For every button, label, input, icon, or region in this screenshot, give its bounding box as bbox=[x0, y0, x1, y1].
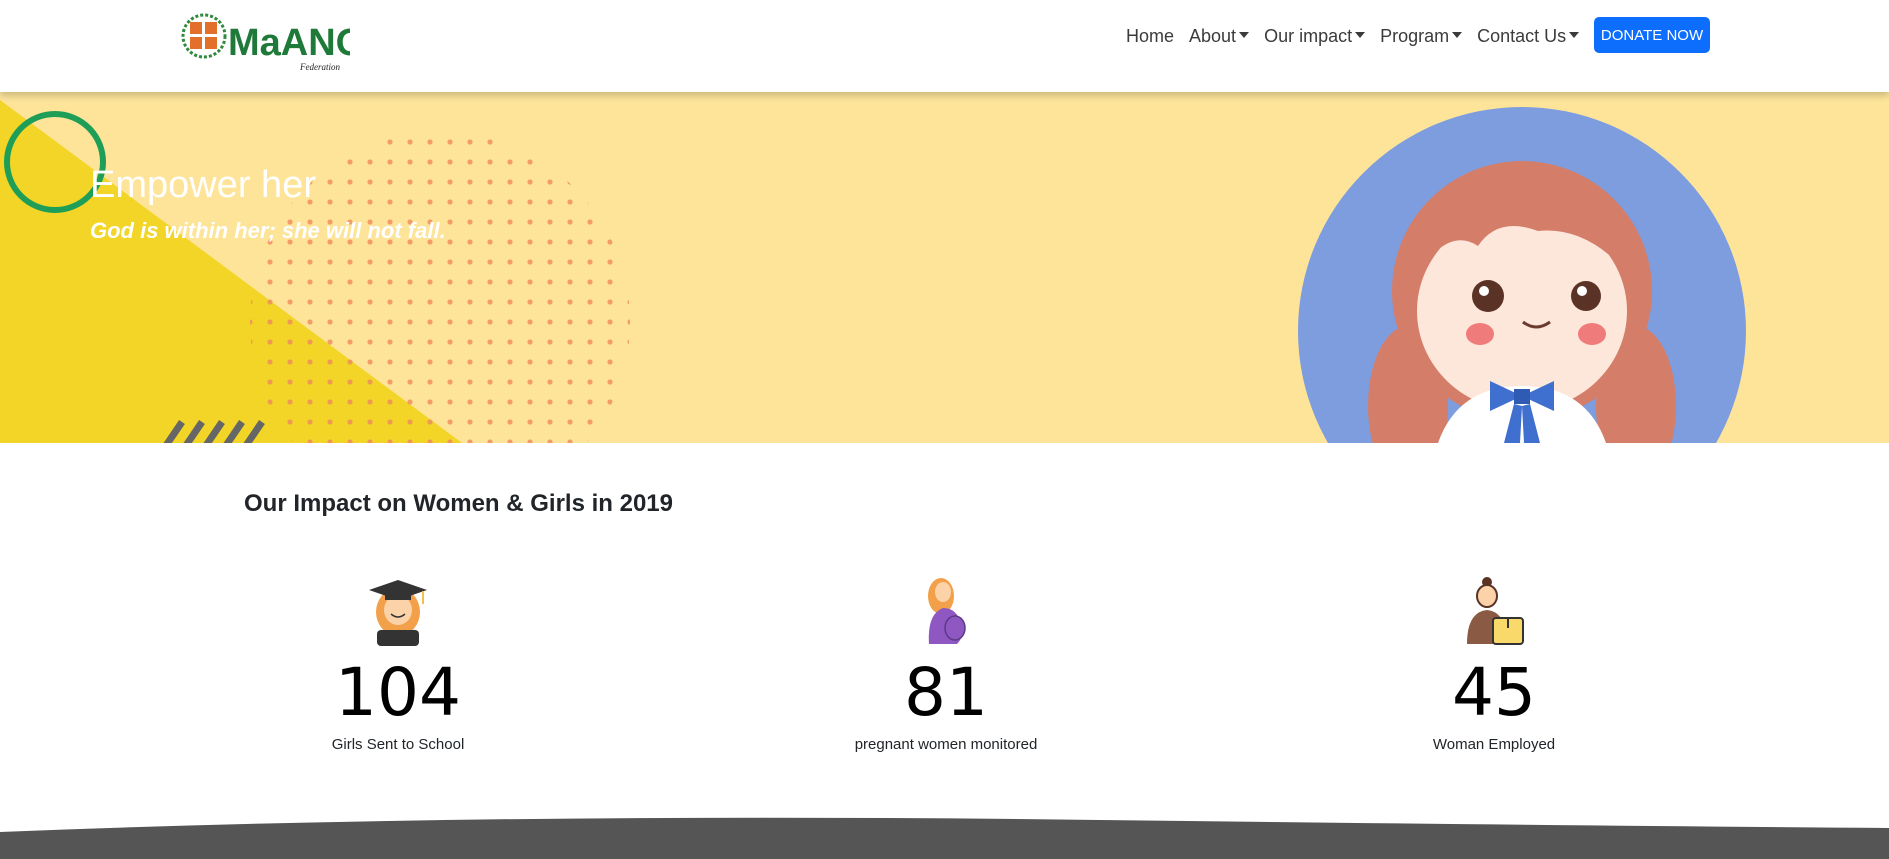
navbar: MaANOF Federation Home About Our impact … bbox=[0, 0, 1889, 92]
nav-home[interactable]: Home bbox=[1126, 26, 1174, 47]
caret-down-icon bbox=[1452, 32, 1463, 38]
stat-number: 81 bbox=[904, 654, 988, 731]
nav-home-label: Home bbox=[1126, 25, 1175, 46]
hero-subtitle: God is within her; she will not fall. bbox=[90, 218, 446, 243]
stat-girls-school: 104 Girls Sent to School bbox=[248, 574, 548, 753]
caret-down-icon bbox=[1355, 32, 1366, 38]
manof-logo[interactable]: MaANOF Federation bbox=[180, 10, 350, 74]
stat-label: Girls Sent to School bbox=[331, 736, 465, 753]
nav-our-impact[interactable]: Our impact bbox=[1264, 25, 1366, 47]
stat-women-employed: 45 Woman Employed bbox=[1344, 574, 1644, 753]
nav-program[interactable]: Program bbox=[1380, 25, 1463, 47]
nav-our-impact-label: Our impact bbox=[1264, 25, 1353, 46]
logo-text: MaANOF bbox=[228, 22, 350, 64]
hero-title: Empower her bbox=[90, 164, 316, 206]
stat-number: 104 bbox=[335, 654, 461, 731]
footer-wave-shape bbox=[0, 817, 1889, 859]
nav-about-label: About bbox=[1189, 25, 1237, 46]
nav-contact-us-label: Contact Us bbox=[1477, 25, 1567, 46]
logo-emblem-icon: MaANOF Federation bbox=[181, 13, 350, 72]
girl-illustration-icon bbox=[1298, 107, 1746, 443]
stat-label: Woman Employed bbox=[1432, 736, 1556, 753]
caret-down-icon bbox=[1239, 32, 1250, 38]
logo-subtext: Federation bbox=[299, 62, 340, 72]
stat-label: pregnant women monitored bbox=[854, 736, 1038, 753]
caret-down-icon bbox=[1569, 32, 1580, 38]
stat-pregnant-women: 81 pregnant women monitored bbox=[796, 574, 1096, 753]
graduate-girl-icon bbox=[369, 580, 427, 646]
impact-section-title: Our Impact on Women & Girls in 2019 bbox=[244, 490, 673, 517]
hero-banner: Empower her God is within her; she will … bbox=[0, 92, 1889, 443]
pregnant-woman-icon bbox=[928, 578, 966, 644]
donate-now-button[interactable]: DONATE NOW bbox=[1594, 17, 1710, 53]
nav-links: Home About Our impact Program Contact Us bbox=[1126, 22, 1594, 50]
working-woman-icon bbox=[1467, 577, 1524, 645]
nav-contact-us[interactable]: Contact Us bbox=[1477, 25, 1580, 47]
nav-program-label: Program bbox=[1380, 25, 1450, 46]
stat-number: 45 bbox=[1452, 654, 1536, 731]
nav-about[interactable]: About bbox=[1189, 25, 1250, 47]
